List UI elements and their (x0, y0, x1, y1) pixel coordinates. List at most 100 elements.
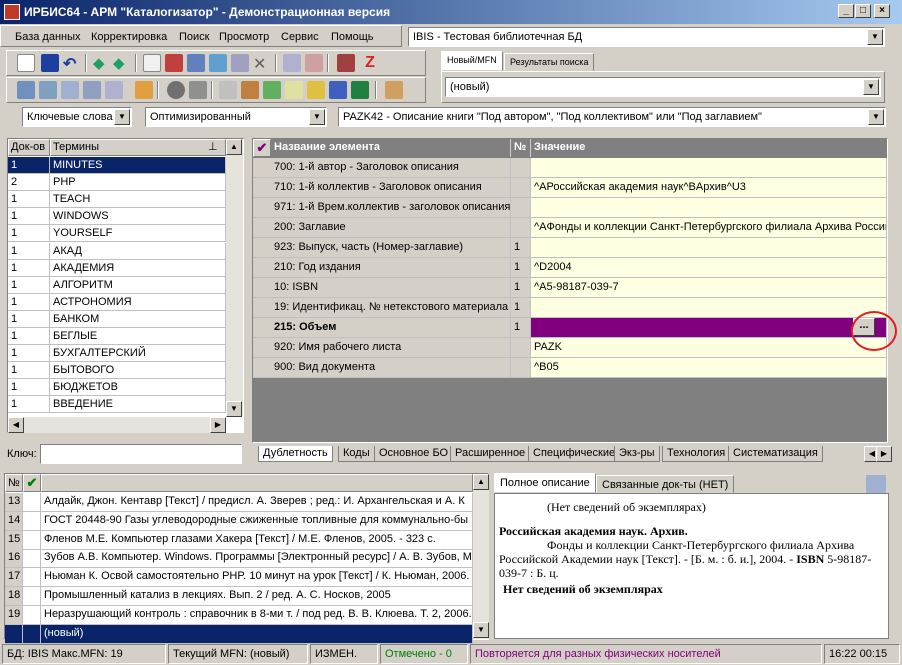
save-icon[interactable] (41, 54, 59, 72)
print-icon[interactable] (219, 81, 237, 99)
scroll-up-icon[interactable]: ▲ (473, 474, 489, 490)
copy-record-icon[interactable] (143, 54, 161, 72)
folder-open-icon[interactable] (307, 81, 325, 99)
form-icon[interactable] (285, 81, 303, 99)
view-icon[interactable] (167, 81, 185, 99)
tools-icon[interactable] (337, 54, 355, 72)
tab-extended[interactable]: Расширенное (450, 446, 531, 462)
record-num[interactable] (5, 624, 23, 644)
record-mark[interactable] (23, 568, 41, 588)
field-value[interactable]: ^D2004 (531, 258, 887, 278)
scroll-left-icon[interactable]: ◀ (8, 417, 24, 433)
worksheet-select[interactable]: PAZK42 - Описание книги "Под автором", "… (338, 107, 886, 127)
record-mark[interactable] (23, 511, 41, 531)
term-row[interactable]: 1 БЫТОВОГО (8, 362, 226, 380)
key-input[interactable] (40, 444, 242, 464)
arrow-left-icon[interactable]: ◆ (93, 54, 111, 72)
chevron-down-icon[interactable]: ▼ (867, 29, 883, 45)
record-num[interactable]: 17 (5, 568, 23, 588)
pin-icon[interactable]: ⊥ (208, 140, 218, 153)
scroll-right-icon[interactable]: ▶ (210, 417, 226, 433)
field-value[interactable]: ^A5-98187-039-7 (531, 278, 887, 298)
record-text[interactable]: ГОСТ 20448-90 Газы углеводородные сжижен… (41, 511, 473, 531)
record-text[interactable]: Промышленный катализ в лекциях. Вып. 2 /… (41, 587, 473, 606)
record-text[interactable]: (новый) (41, 624, 473, 644)
excel-icon[interactable] (351, 81, 369, 99)
record-text[interactable]: Фленов М.Е. Компьютер глазами Хакера [Те… (41, 530, 473, 550)
field-value[interactable]: ^B05 (531, 358, 887, 378)
preview-settings-icon[interactable] (866, 475, 886, 493)
chart-icon[interactable] (329, 81, 347, 99)
menu-search[interactable]: Поиск (179, 31, 209, 43)
row-gutter[interactable] (253, 318, 271, 338)
record-mark[interactable] (23, 605, 41, 625)
col-header-num[interactable]: № (511, 139, 531, 157)
tab-copies[interactable]: Экз-ры (614, 446, 660, 462)
field-value[interactable]: ^AФонды и коллекции Санкт-Петербургского… (531, 218, 887, 238)
tab-new-mfn[interactable]: Новый/MFN (441, 51, 503, 71)
col-header-name[interactable]: Название элемента (271, 139, 511, 157)
field-value[interactable]: ^AРоссийская академия наук^BАрхив^U3 (531, 178, 887, 198)
arrow-right-icon[interactable]: ◆ (113, 54, 131, 72)
print-preview-icon[interactable] (241, 81, 259, 99)
record-text[interactable]: Алдайк, Джон. Кентавр [Текст] / предисл.… (41, 493, 473, 512)
col-header-value[interactable]: Значение (531, 139, 887, 157)
row-gutter[interactable] (253, 358, 271, 378)
search-mode-select[interactable]: Ключевые слова ▼ (22, 107, 132, 127)
term-row[interactable]: 1 АСТРОНОМИЯ (8, 293, 226, 311)
search-seq-icon[interactable] (105, 81, 123, 99)
new-document-icon[interactable] (17, 54, 35, 72)
record-num[interactable]: 15 (5, 530, 23, 550)
scroll-up-icon[interactable]: ▲ (226, 139, 242, 155)
term-row[interactable]: 1 АЛГОРИТМ (8, 276, 226, 294)
menu-view[interactable]: Просмотр (219, 31, 269, 43)
search-ext-icon[interactable] (61, 81, 79, 99)
term-row[interactable]: 1 БЕГЛЫЕ (8, 328, 226, 345)
menu-edit[interactable]: Корректировка (91, 31, 167, 43)
row-gutter[interactable] (253, 278, 271, 298)
maximize-button[interactable]: □ (855, 4, 871, 18)
export-icon[interactable] (305, 54, 323, 72)
row-gutter[interactable] (253, 338, 271, 358)
tab-search-results[interactable]: Результаты поиска (504, 53, 595, 71)
record-mark[interactable] (23, 549, 41, 569)
tab-doublet[interactable]: Дублетность (258, 446, 333, 462)
field-value[interactable] (531, 298, 887, 318)
tab-technology[interactable]: Технология (662, 446, 731, 462)
field-value[interactable] (531, 318, 887, 338)
undo-icon[interactable]: ↶ (63, 54, 81, 73)
scroll-down-icon[interactable]: ▼ (473, 622, 489, 638)
tab-full-description[interactable]: Полное описание (494, 473, 596, 493)
menu-help[interactable]: Помощь (331, 31, 374, 43)
search-advanced-icon[interactable] (39, 81, 57, 99)
col-header-docs[interactable]: Док-ов (8, 139, 50, 156)
terms-hscroll[interactable]: ◀ ▶ (8, 417, 226, 433)
term-row[interactable]: 1 АКАДЕМИЯ (8, 259, 226, 277)
record-num[interactable]: 18 (5, 587, 23, 606)
close-button[interactable]: × (874, 4, 890, 18)
chevron-down-icon[interactable]: ▼ (309, 109, 325, 125)
row-gutter[interactable] (253, 298, 271, 318)
term-row[interactable]: 1 БАНКОМ (8, 310, 226, 328)
row-gutter[interactable] (253, 238, 271, 258)
row-gutter[interactable] (253, 258, 271, 278)
row-gutter[interactable] (253, 198, 271, 218)
term-row[interactable]: 1 БУХГАЛТЕРСКИЙ (8, 345, 226, 363)
col-header-record-num[interactable]: № (5, 474, 23, 492)
delete-icon[interactable]: ✕ (253, 54, 271, 73)
term-row[interactable]: 1 ВВЕДЕНИЕ (8, 396, 226, 414)
record-num[interactable]: 16 (5, 549, 23, 569)
tab-basic-bo[interactable]: Основное БО (374, 446, 454, 462)
row-gutter[interactable] (253, 158, 271, 178)
tab-systematization[interactable]: Систематизация (728, 446, 823, 462)
chevron-down-icon[interactable]: ▼ (868, 109, 884, 125)
database-select[interactable]: IBIS - Тестовая библиотечная БД ▼ (408, 27, 885, 47)
record-text[interactable]: Ньюман К. Освой самостоятельно PHP. 10 м… (41, 568, 473, 588)
field-value[interactable] (531, 198, 887, 218)
list-icon[interactable] (187, 54, 205, 72)
field-value[interactable] (531, 158, 887, 178)
tab-specific[interactable]: Специфические (528, 446, 621, 462)
record-mark[interactable] (23, 624, 41, 644)
tree-icon[interactable] (209, 54, 227, 72)
field-value[interactable] (531, 238, 887, 258)
